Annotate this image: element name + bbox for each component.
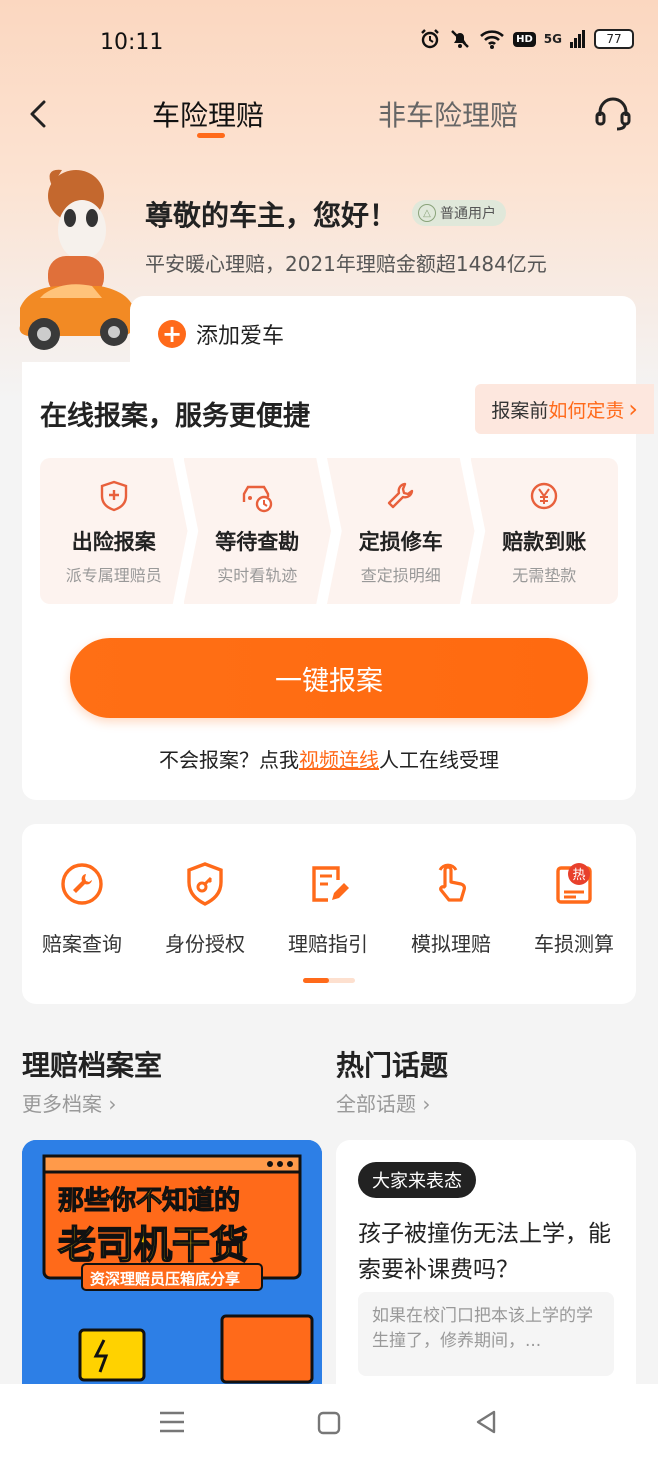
tool-label: 赔案查询 [42, 932, 122, 956]
archive-section-title: 理赔档案室 [22, 1049, 163, 1082]
help-text: 不会报案？点我视频连线人工在线受理 [22, 744, 636, 773]
step-subtitle: 实时看轨迹 [217, 566, 298, 585]
step-subtitle: 派专属理赔员 [65, 566, 162, 585]
tab-car-claims[interactable]: 车险理赔 [152, 94, 264, 134]
archive-more-link[interactable]: 更多档案 › [22, 1088, 116, 1117]
step-repair[interactable]: 定损修车 查定损明细 [327, 458, 475, 604]
battery-indicator: 77 [594, 29, 634, 49]
status-time: 10:11 [100, 30, 164, 55]
archive-poster[interactable]: 那些你不知道的 老司机干货 资深理赔员压箱底分享 [22, 1140, 322, 1385]
poster-line1: 那些你不知道的 [57, 1186, 241, 1217]
greeting-subtitle: 平安暖心理赔，2021年理赔金额超1484亿元 [145, 252, 547, 276]
poster-line2: 老司机干货 [57, 1222, 249, 1268]
tool-identity-auth[interactable]: 身份授权 [145, 860, 265, 957]
yen-coin-icon [531, 482, 558, 510]
back-arrow-icon[interactable] [22, 96, 58, 132]
step-survey[interactable]: 等待查勘 实时看轨迹 [183, 458, 331, 604]
hot-topic-card[interactable]: 大家来表态 孩子被撞伤无法上学，能索要补课费吗？ 如果在校门口把本该上学的学生撞… [336, 1140, 636, 1385]
triangle-badge-icon: △ [418, 204, 436, 222]
help-suffix: 人工在线受理 [379, 748, 499, 772]
status-bar: 10:11 HD 5G 77 [0, 0, 658, 84]
nav-bar: 车险理赔 非车险理赔 [0, 84, 658, 144]
liability-guide-button[interactable]: 报案前 如何定责 › [475, 384, 654, 434]
signal-icon [570, 30, 585, 48]
video-call-link[interactable]: 视频连线 [299, 748, 379, 772]
poster-line3: 资深理赔员压箱底分享 [90, 1270, 241, 1288]
report-card-title: 在线报案，服务更便捷 [40, 401, 310, 432]
pager-active [303, 978, 329, 983]
step-title: 出险报案 [71, 530, 156, 554]
wrench-icon [387, 482, 413, 509]
active-tab-indicator [197, 133, 225, 138]
hot-document-icon: 热 [556, 863, 592, 904]
add-car-label: 添加爱车 [196, 324, 285, 349]
claim-steps: 出险报案 派专属理赔员 等待查勘 实时看轨迹 定损修车 查定损明细 赔款到账 无… [40, 458, 618, 604]
liability-guide-prefix: 报案前 [491, 399, 549, 422]
battery-level: 77 [606, 32, 622, 46]
shield-key-icon [187, 862, 223, 906]
step-subtitle: 查定损明细 [360, 566, 441, 585]
car-clock-icon [243, 485, 273, 513]
status-icons: HD 5G 77 [419, 28, 634, 50]
mute-icon [451, 30, 469, 48]
headset-icon[interactable] [594, 94, 632, 132]
plus-icon: + [158, 320, 186, 348]
step-title: 定损修车 [358, 530, 443, 554]
help-prefix: 不会报案？点我 [159, 748, 299, 772]
topic-excerpt: 如果在校门口把本该上学的学生撞了，修养期间，... [358, 1292, 614, 1376]
menu-icon[interactable] [158, 1410, 186, 1434]
hand-tap-icon [438, 863, 466, 902]
document-edit-icon [312, 866, 349, 902]
greeting-title: 尊敬的车主，您好！ [145, 199, 398, 232]
tool-simulate-claim[interactable]: 模拟理赔 [391, 860, 511, 957]
alarm-icon [421, 29, 439, 49]
user-level-label: 普通用户 [440, 206, 496, 222]
network-label: 5G [543, 32, 562, 46]
wifi-icon [480, 30, 505, 49]
tools-card: 赔案查询 身份授权 理赔指引 模拟理赔 热 车损测算 [22, 824, 636, 1004]
tab-non-car-claims[interactable]: 非车险理赔 [378, 94, 518, 134]
system-nav-bar [0, 1384, 658, 1462]
online-report-card: 在线报案，服务更便捷 报案前 如何定责 › 出险报案 派专属理赔员 等待查勘 实… [22, 362, 654, 800]
topic-tag: 大家来表态 [358, 1162, 476, 1198]
step-title: 等待查勘 [215, 530, 300, 554]
horse-mascot-illustration [19, 169, 134, 350]
hot-badge-text: 热 [572, 868, 585, 883]
tool-label: 模拟理赔 [411, 932, 491, 956]
tool-damage-estimate[interactable]: 热 车损测算 [514, 860, 634, 957]
tool-claim-guide[interactable]: 理赔指引 [268, 860, 388, 957]
step-title: 赔款到账 [502, 530, 587, 554]
wrench-circle-icon [61, 863, 103, 905]
hd-badge: HD [513, 31, 536, 47]
tool-label: 车损测算 [534, 932, 614, 956]
step-subtitle: 无需垫款 [512, 566, 577, 585]
back-triangle-icon[interactable] [472, 1408, 500, 1436]
user-level-badge[interactable]: △ 普通用户 [412, 200, 506, 226]
topics-more-link[interactable]: 全部话题 › [336, 1088, 430, 1117]
tool-label: 理赔指引 [288, 932, 368, 956]
step-report[interactable]: 出险报案 派专属理赔员 [40, 458, 188, 604]
shield-plus-icon [100, 480, 127, 512]
add-car-tab[interactable]: + 添加爱车 [130, 296, 636, 366]
topic-question: 孩子被撞伤无法上学，能索要补课费吗？ [358, 1221, 611, 1283]
tool-claim-query[interactable]: 赔案查询 [22, 860, 142, 957]
chevron-right-icon: › [628, 395, 638, 423]
home-square-icon[interactable] [316, 1410, 342, 1436]
liability-guide-highlight: 如何定责 [548, 399, 625, 422]
step-payout[interactable]: 赔款到账 无需垫款 [470, 458, 618, 604]
tool-label: 身份授权 [165, 932, 245, 956]
one-click-report-button[interactable]: 一键报案 [70, 638, 588, 718]
topics-section-title: 热门话题 [336, 1049, 449, 1082]
